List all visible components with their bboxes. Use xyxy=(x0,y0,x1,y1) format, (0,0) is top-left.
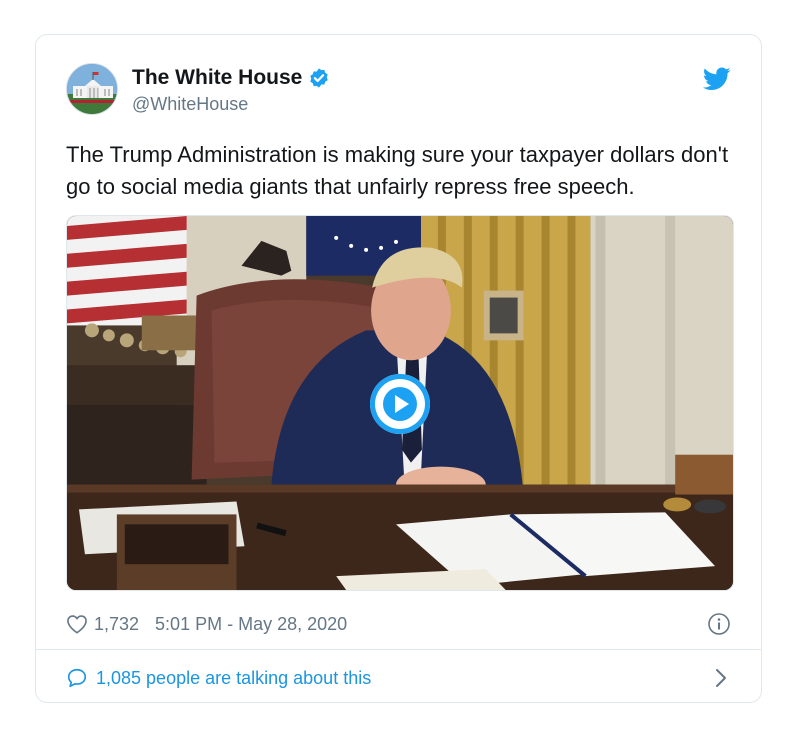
play-button[interactable] xyxy=(370,374,430,434)
twitter-bird-icon[interactable] xyxy=(703,67,731,91)
account-handle[interactable]: @WhiteHouse xyxy=(132,94,248,115)
conversation-link[interactable]: 1,085 people are talking about this xyxy=(66,661,731,695)
reply-bubble-icon xyxy=(67,668,87,688)
conversation-text: 1,085 people are talking about this xyxy=(96,667,372,688)
tweet-embed-card: The White House @WhiteHouse The Trump Ad… xyxy=(35,34,762,703)
heart-icon[interactable] xyxy=(66,614,88,634)
tweet-text: The Trump Administration is making sure … xyxy=(66,142,729,199)
tweet-header: The White House @WhiteHouse xyxy=(66,63,731,119)
name-row: The White House xyxy=(132,66,330,90)
chevron-right-icon xyxy=(716,669,726,687)
video-player[interactable] xyxy=(66,215,734,591)
tweet-meta: 1,732 5:01 PM - May 28, 2020 xyxy=(66,609,731,639)
like-count[interactable]: 1,732 xyxy=(94,614,139,635)
divider xyxy=(36,649,761,650)
avatar[interactable] xyxy=(66,63,118,115)
info-icon[interactable] xyxy=(707,612,731,636)
play-icon xyxy=(383,387,417,421)
white-house-avatar-icon xyxy=(67,64,117,114)
timestamp[interactable]: 5:01 PM - May 28, 2020 xyxy=(155,614,347,635)
verified-badge-icon xyxy=(310,68,329,88)
account-name[interactable]: The White House xyxy=(132,66,302,90)
